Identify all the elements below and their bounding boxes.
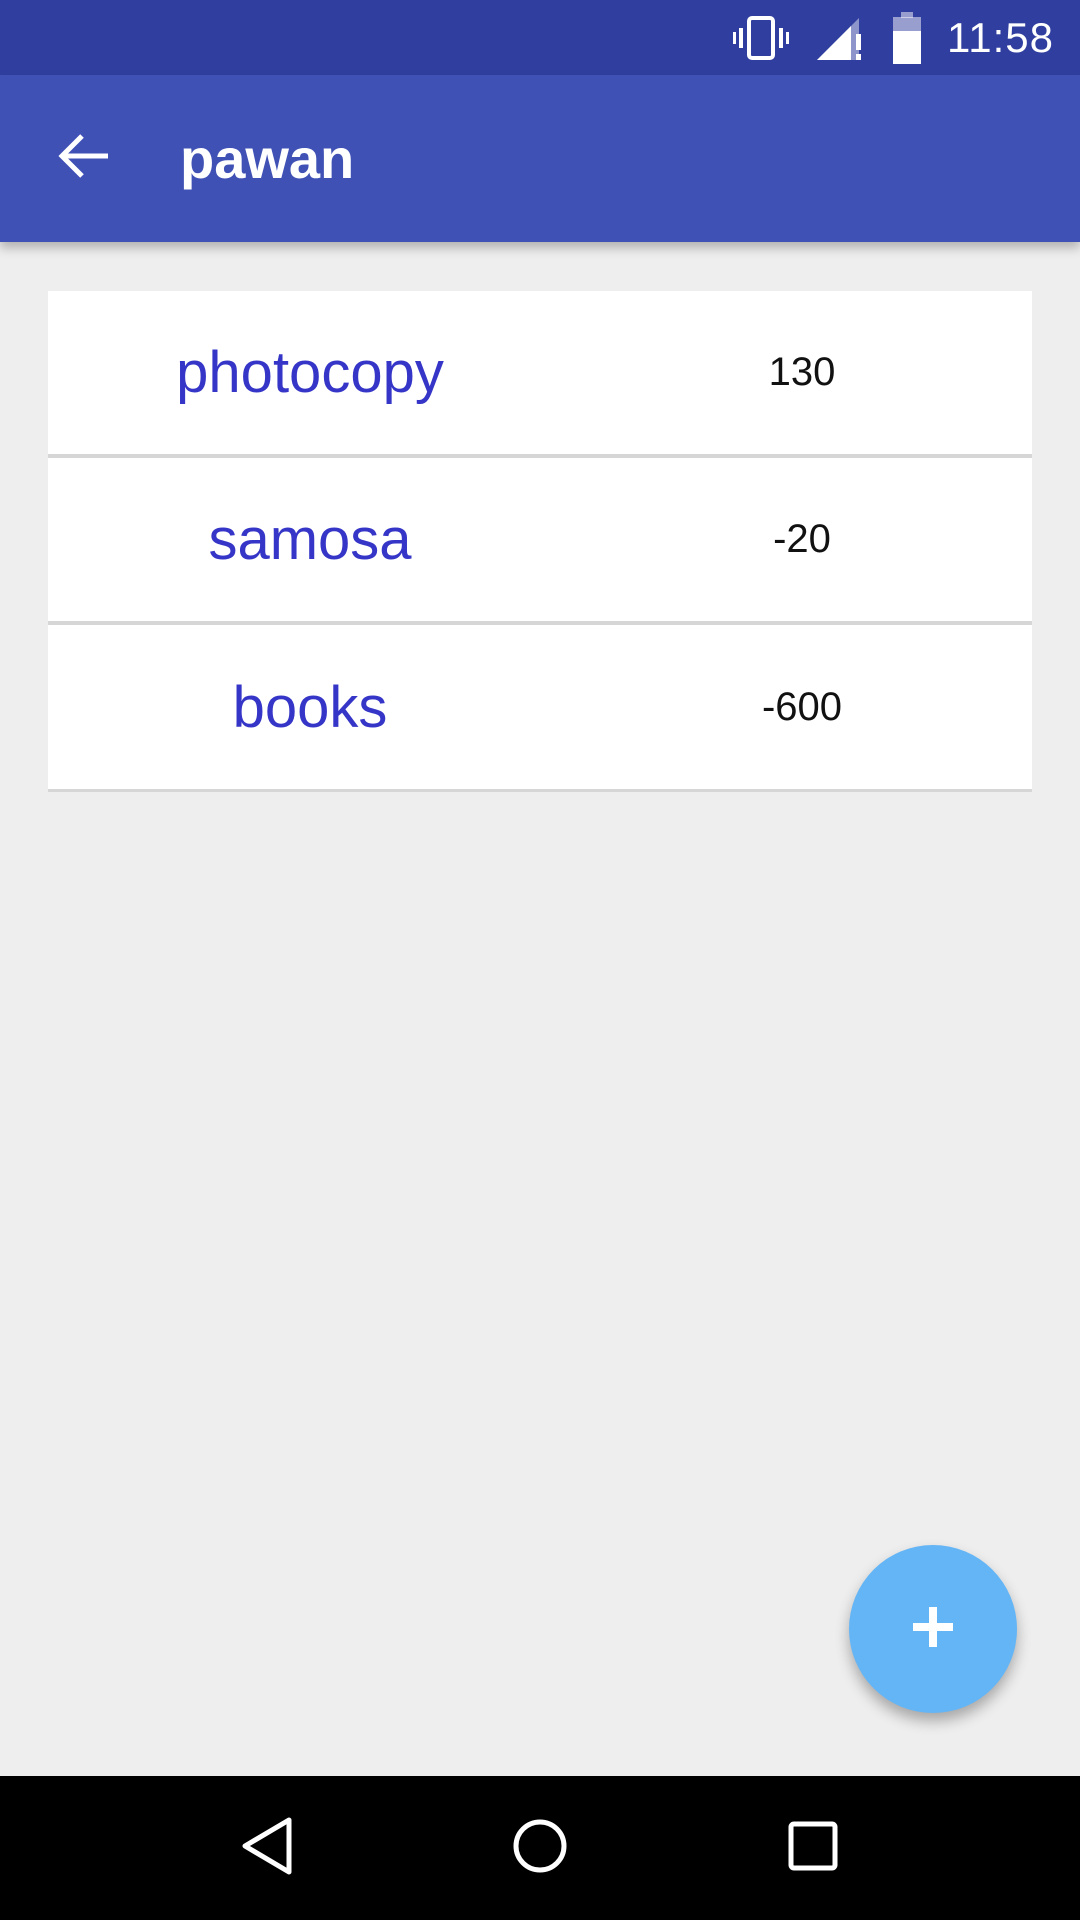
status-time: 11:58 <box>947 13 1054 61</box>
nav-recents-button[interactable] <box>753 1788 873 1908</box>
list-item[interactable]: samosa -20 <box>48 458 1032 625</box>
item-amount: 130 <box>768 350 836 394</box>
recents-square-icon <box>787 1820 839 1877</box>
signal-icon <box>815 14 865 62</box>
home-circle-icon <box>512 1818 568 1879</box>
status-bar: 11:58 <box>0 0 1080 75</box>
battery-icon <box>891 11 923 64</box>
back-triangle-icon <box>239 1816 295 1881</box>
page-title: pawan <box>180 127 355 190</box>
app-bar: pawan <box>0 75 1080 242</box>
item-amount: -20 <box>773 517 831 561</box>
navigation-bar <box>0 1776 1080 1920</box>
item-amount: -600 <box>761 684 843 729</box>
plus-icon <box>911 1605 955 1654</box>
transaction-list: photocopy 130 samosa -20 books -600 <box>48 291 1032 792</box>
item-name: books <box>232 674 388 740</box>
item-name: photocopy <box>176 340 444 405</box>
nav-back-button[interactable] <box>207 1788 327 1908</box>
arrow-back-icon <box>58 132 110 185</box>
nav-home-button[interactable] <box>480 1788 600 1908</box>
back-button[interactable] <box>28 103 140 215</box>
item-name: samosa <box>208 507 412 572</box>
vibrate-icon <box>733 14 789 62</box>
add-button[interactable] <box>849 1545 1017 1713</box>
list-item[interactable]: books -600 <box>48 625 1032 792</box>
list-item[interactable]: photocopy 130 <box>48 291 1032 458</box>
